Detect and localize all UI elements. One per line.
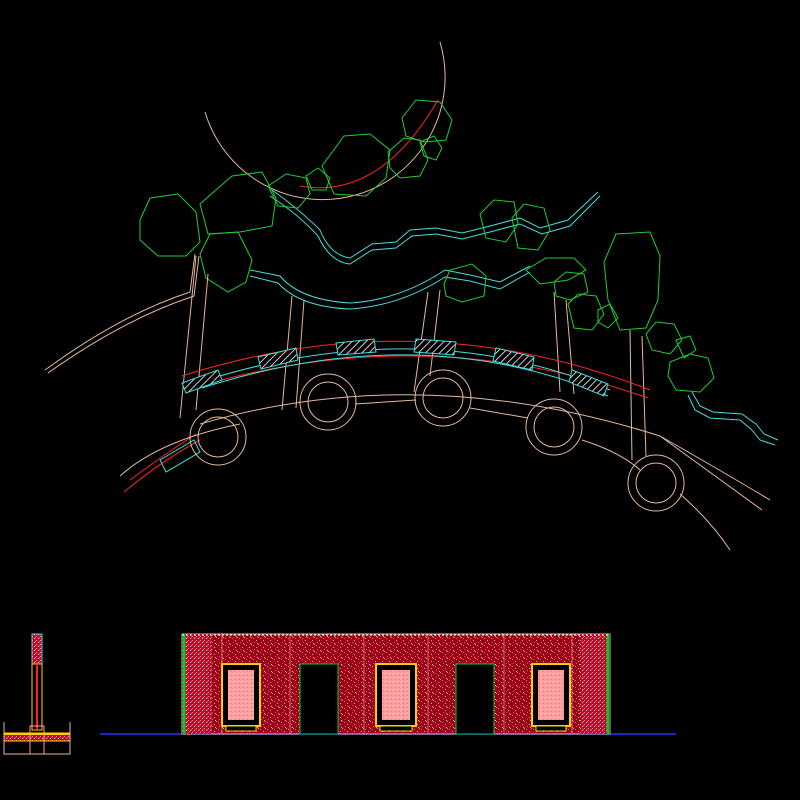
shrub <box>199 231 253 293</box>
pavement-edge-left-inner <box>47 255 200 374</box>
shrub <box>387 137 429 179</box>
shrub <box>305 167 331 191</box>
radial-line <box>195 273 209 411</box>
beam-segment <box>568 369 609 397</box>
shrub <box>139 193 201 257</box>
columns <box>189 369 685 512</box>
stream-upper <box>271 189 599 259</box>
window <box>221 663 261 732</box>
wall-edge-left <box>182 634 212 734</box>
column <box>189 408 247 466</box>
radial-line <box>629 329 633 461</box>
shrub <box>603 231 661 331</box>
shrub <box>567 293 605 331</box>
beam-segment <box>257 347 299 370</box>
column <box>414 369 472 427</box>
cad-drawing <box>0 0 800 800</box>
column <box>627 454 685 512</box>
column <box>299 373 357 431</box>
radial-line <box>179 255 197 419</box>
beam-segment <box>335 338 377 356</box>
tree-canopy-arc <box>204 41 446 201</box>
shrub <box>645 321 683 355</box>
shrub <box>667 353 715 393</box>
section-view <box>3 633 71 755</box>
pavement-edge-left <box>44 253 196 371</box>
beam-segment <box>413 338 457 356</box>
wall-edge-right <box>580 634 610 734</box>
elevation-view <box>100 633 676 735</box>
column <box>525 398 583 456</box>
axis-arc-lower <box>123 439 201 493</box>
radial-line <box>429 289 441 377</box>
shrub <box>443 263 487 303</box>
window <box>531 663 571 732</box>
door-opening <box>299 663 339 735</box>
axis-arc-lower-2 <box>129 433 197 481</box>
stream-middle-2 <box>249 271 531 310</box>
section-column-top <box>31 633 43 665</box>
pavement-arc-lower <box>119 399 731 551</box>
door-opening <box>455 663 495 735</box>
tree-canopy-arc-red <box>299 99 439 189</box>
window <box>375 663 417 732</box>
stream-right-2 <box>691 391 779 441</box>
shrub <box>553 271 589 301</box>
plan-view <box>44 41 779 551</box>
shrub <box>199 171 277 235</box>
shrub <box>401 99 453 143</box>
beam-segment <box>181 369 223 394</box>
pavement-arc-upper-2 <box>659 435 763 511</box>
stream-right <box>687 394 776 446</box>
